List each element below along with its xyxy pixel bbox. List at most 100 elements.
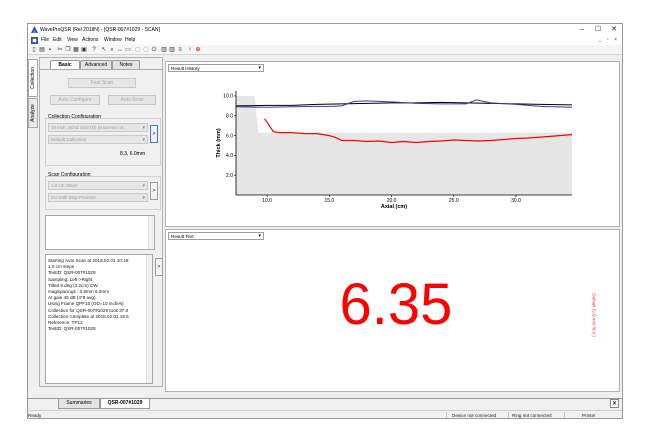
- zoom-icon[interactable]: ⌕: [108, 46, 116, 54]
- log-line: magSpacings : 0.5mm 6.0mm: [48, 289, 110, 294]
- auto-scan-button[interactable]: Auto Scan: [108, 95, 156, 105]
- measure-icon[interactable]: ↔: [116, 46, 124, 54]
- menu-help[interactable]: Help: [125, 37, 135, 43]
- new-file-icon[interactable]: ▯: [30, 46, 38, 54]
- image-icon[interactable]: ▭: [124, 46, 132, 54]
- x-tick-label: 10.0: [262, 198, 272, 204]
- status-separator: [446, 412, 447, 418]
- save-icon[interactable]: ▪: [46, 46, 54, 54]
- grid-icon[interactable]: ▥: [168, 46, 176, 54]
- y-tick-label: 2.0: [226, 173, 233, 179]
- status-device: Device not connected: [452, 413, 497, 418]
- log-line: Sampling: Left->Right: [48, 276, 93, 282]
- help-icon[interactable]: ?: [90, 46, 98, 54]
- status-ring: Ring not connected: [512, 413, 552, 418]
- fast-scan-button[interactable]: Fast Scan: [68, 78, 136, 88]
- x-tick-label: 15.0: [324, 198, 334, 204]
- y-axis-label: Thick (mm): [216, 128, 222, 158]
- log-line: Starting Auto Scan at 2018.02.01 10:19:: [48, 258, 130, 263]
- tab-advanced[interactable]: Advanced: [80, 60, 112, 69]
- maximize-button[interactable]: ☐: [590, 24, 606, 36]
- tab-collection[interactable]: Collection: [28, 59, 38, 97]
- listbox-scrollbar[interactable]: [148, 216, 154, 249]
- close-window-button[interactable]: ✕: [606, 24, 622, 36]
- power-icon[interactable]: ⏻: [150, 46, 158, 54]
- menu-file[interactable]: File: [41, 37, 49, 43]
- window-title: WaveProQSR (Rel 2018N) - [QSR-007#1029 -…: [40, 27, 160, 33]
- tab-divider: [40, 69, 162, 70]
- marker-icon[interactable]: ♀: [186, 46, 194, 54]
- grid-icon[interactable]: ▥: [160, 46, 168, 54]
- collection-dropdown[interactable]: Default Collection: [48, 135, 148, 144]
- collection-panel: Basic Advanced Notes Fast Scan Auto Conf…: [39, 57, 163, 387]
- y-tick-label: 10.0: [223, 94, 233, 100]
- result-history-pane: Result History 2.04.06.08.010.010.015.02…: [165, 61, 620, 227]
- result-thickness-value: 6.35: [339, 272, 453, 337]
- status-separator: [564, 412, 565, 418]
- mdi-window-controls[interactable]: _ ▫ ×: [599, 37, 619, 43]
- default-thickness-note: Default (2.0 mm /0.0 ): [590, 260, 598, 370]
- disabled-tool-icon[interactable]: ▢: [142, 46, 150, 54]
- log-line: Using Frame QPF10 (OD=10 inches): [48, 301, 124, 307]
- tab-scan-qsr-007-1029[interactable]: QSR-007#1029: [100, 399, 150, 409]
- tab-analyze-label: Analyze: [30, 104, 36, 122]
- cut-icon[interactable]: ✂: [56, 46, 64, 54]
- log-line: 1.0 cm steps: [48, 264, 75, 270]
- scan-mode-dropdown[interactable]: Go Until Stop Pressed: [48, 193, 148, 202]
- result-text-select[interactable]: Result Text: [168, 232, 264, 240]
- minimize-button[interactable]: –: [574, 24, 590, 36]
- thickness-chart[interactable]: 2.04.06.08.010.010.0 15.0 20.0 25.0 30.0Axia…: [166, 62, 621, 228]
- collection-config-more-button[interactable]: >: [150, 125, 158, 143]
- tab-summaries[interactable]: Summaries: [58, 399, 100, 409]
- target-icon[interactable]: ⊕: [194, 46, 202, 54]
- collection-config-value: 8.3, 6.0mm: [120, 151, 146, 157]
- default-thickness-text: Default (2.0 mm /0.0 ): [591, 293, 597, 337]
- copy-icon[interactable]: ❐: [64, 46, 72, 54]
- scan-log[interactable]: Starting Auto Scan at 2018.02.01 10:19: 1…: [45, 254, 153, 384]
- disabled-tool-icon[interactable]: ▢: [134, 46, 142, 54]
- log-line: TestID: QSR-007#1029: [48, 326, 96, 332]
- y-tick-label: 4.0: [226, 153, 233, 159]
- settings-icon[interactable]: ≡: [176, 46, 184, 54]
- y-tick-label: 6.0: [226, 133, 233, 139]
- status-bar: Ready Device not connected Ring not conn…: [28, 410, 622, 418]
- paste-icon[interactable]: ▦: [72, 46, 80, 54]
- log-line: At gain 48 dB (4*8 avg): [48, 295, 96, 301]
- log-scrollbar[interactable]: [146, 255, 152, 383]
- x-tick-label: 25.0: [449, 198, 459, 204]
- auto-configure-button[interactable]: Auto Configure: [50, 95, 100, 105]
- app-logo-icon: [31, 26, 38, 33]
- pipe-size-dropdown[interactable]: 10 inch, Schd 30(STD) (9.53 mm / 0.:: [48, 123, 148, 132]
- step-size-dropdown[interactable]: 1.0 cm Steps: [48, 181, 148, 190]
- tab-basic[interactable]: Basic: [50, 60, 80, 69]
- notes-listbox[interactable]: [45, 215, 155, 250]
- status-ready: Ready: [28, 413, 42, 418]
- y-tick-label: 8.0: [226, 113, 233, 119]
- sidebar-tabs: Collection Analyze: [28, 57, 38, 377]
- open-folder-icon[interactable]: ▤: [38, 46, 46, 54]
- toolbar: ▯ ▤ ▪ ✂ ❐ ▦ ▣ ? ↖ ⌕ ↔ ▭ ▢ ▢ ⏻ ▥ ▥ ≡ ♀ ⊕: [28, 45, 622, 55]
- print-icon[interactable]: ▣: [80, 46, 88, 54]
- menu-bar: File Edit View Actions Window Help _ ▫ ×: [28, 36, 622, 45]
- menu-view[interactable]: View: [67, 37, 78, 43]
- tab-collection-label: Collection: [30, 67, 36, 89]
- log-line: TestID: QSR-007#1029: [48, 270, 96, 276]
- log-more-button[interactable]: >: [155, 258, 163, 276]
- pointer-icon[interactable]: ↖: [100, 46, 108, 54]
- tab-analyze[interactable]: Analyze: [28, 98, 38, 128]
- x-tick-label: 30.0: [511, 198, 521, 204]
- tab-notes[interactable]: Notes: [112, 60, 140, 69]
- log-line: Tilted 9 deg (3.2cm) CW: [48, 282, 98, 288]
- close-document-icon[interactable]: ✕: [610, 399, 619, 408]
- menu-actions[interactable]: Actions: [82, 37, 98, 43]
- menu-window[interactable]: Window: [104, 37, 122, 43]
- menu-edit[interactable]: Edit: [53, 37, 62, 43]
- document-icon[interactable]: [31, 37, 38, 44]
- x-axis-label: Axial (cm): [381, 204, 407, 210]
- status-separator: [508, 412, 509, 418]
- scan-config-more-button[interactable]: >: [150, 182, 158, 200]
- status-printer: Printer: [582, 413, 596, 418]
- title-bar[interactable]: WaveProQSR (Rel 2018N) - [QSR-007#1029 -…: [28, 24, 622, 36]
- log-line: Reference: TP12: [48, 320, 83, 325]
- log-line: Collection Complete at 2018.02.01 15:5: [48, 313, 129, 319]
